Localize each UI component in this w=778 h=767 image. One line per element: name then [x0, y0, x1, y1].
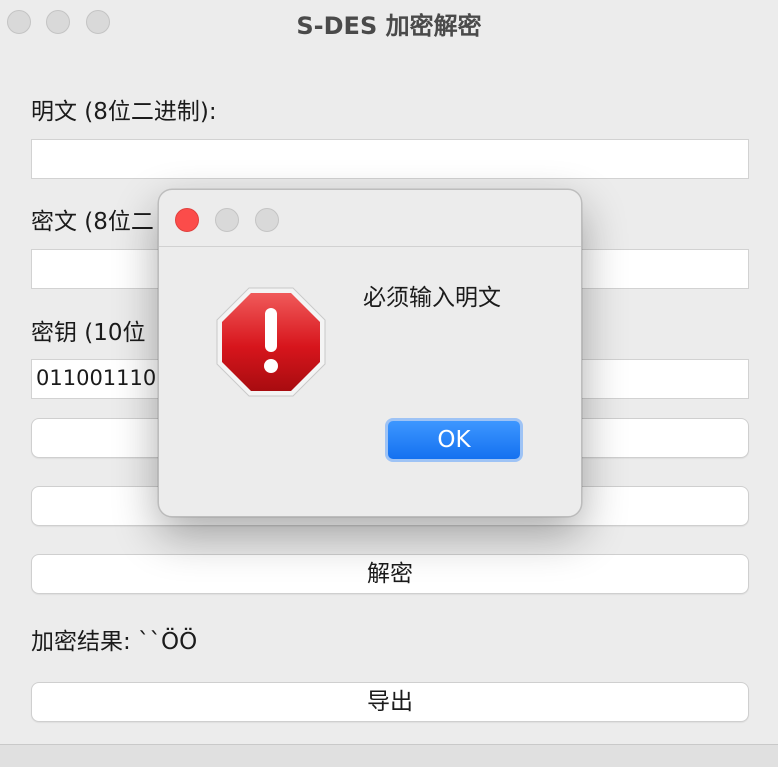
ok-button[interactable]: OK [385, 418, 523, 462]
alert-dialog: 必须输入明文 OK [158, 189, 582, 517]
result-label: 加密结果: ``ÖÖ [31, 629, 198, 655]
ciphertext-label: 密文 (8位二 [31, 209, 154, 235]
key-label: 密钥 (10位 [31, 320, 146, 346]
dialog-message: 必须输入明文 [363, 285, 501, 311]
dialog-zoom-button[interactable] [255, 208, 279, 232]
dialog-minimize-button[interactable] [215, 208, 239, 232]
dialog-close-button[interactable] [175, 208, 199, 232]
dialog-titlebar [159, 190, 581, 247]
plaintext-input[interactable] [31, 139, 749, 179]
plaintext-label: 明文 (8位二进制): [31, 99, 217, 125]
window-title: S-DES 加密解密 [296, 12, 482, 40]
decrypt-button[interactable]: 解密 [31, 554, 749, 594]
stop-warning-icon [216, 287, 326, 397]
main-titlebar: S-DES 加密解密 [0, 0, 778, 44]
export-button[interactable]: 导出 [31, 682, 749, 722]
background-window-strip [0, 744, 778, 767]
